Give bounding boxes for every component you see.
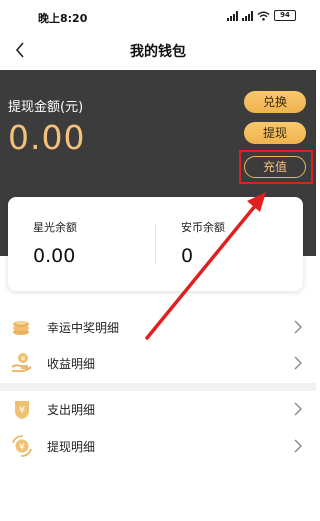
signal-icon [227, 10, 238, 21]
status-icons: 94 [227, 10, 296, 21]
chevron-right-icon [294, 320, 302, 334]
svg-text:¥: ¥ [19, 405, 25, 416]
menu-label-expense: 支出明细 [47, 403, 96, 417]
menu-item-income[interactable]: ¥ 收益明细 [0, 345, 316, 381]
menu-label-income: 收益明细 [47, 357, 96, 371]
menu-label-withdraw-detail: 提现明细 [47, 440, 96, 454]
menu-label-lucky-prize: 幸运中奖明细 [47, 321, 120, 335]
status-time: 晚上8:20 [38, 12, 88, 25]
signal-icon-2 [242, 10, 253, 21]
yen-cycle-icon: ¥ [12, 435, 32, 457]
balance-card: 星光余额 0.00 安币余额 0 [8, 197, 303, 291]
anbi-balance: 安币余额 0 [156, 197, 303, 291]
hand-coin-icon: ¥ [11, 353, 32, 373]
starlight-balance: 星光余额 0.00 [8, 197, 155, 291]
wifi-icon [257, 11, 270, 21]
anbi-balance-label: 安币余额 [181, 221, 225, 234]
withdraw-amount-value: 0.00 [8, 118, 86, 157]
starlight-balance-value: 0.00 [33, 245, 76, 267]
chevron-right-icon [294, 356, 302, 370]
chevron-right-icon [294, 402, 302, 416]
status-bar: 晚上8:20 94 [0, 0, 316, 32]
withdraw-amount-label: 提现金额(元) [8, 100, 84, 115]
anbi-balance-value: 0 [181, 245, 194, 267]
battery-icon: 94 [274, 10, 296, 21]
menu-item-withdraw-detail[interactable]: ¥ 提现明细 [0, 428, 316, 464]
section-divider [0, 383, 316, 391]
exchange-button[interactable]: 兑换 [244, 91, 306, 113]
chevron-right-icon [294, 439, 302, 453]
nav-bar: 我的钱包 [0, 32, 316, 68]
menu-item-expense[interactable]: ¥ 支出明细 [0, 391, 316, 427]
withdraw-button[interactable]: 提现 [244, 122, 306, 144]
svg-text:¥: ¥ [21, 355, 26, 363]
recharge-highlight-box [239, 150, 313, 184]
starlight-balance-label: 星光余额 [33, 221, 77, 234]
page-title: 我的钱包 [130, 44, 186, 60]
menu-item-lucky-prize[interactable]: 幸运中奖明细 [0, 309, 316, 345]
svg-text:¥: ¥ [19, 443, 25, 453]
coins-icon [13, 321, 29, 335]
yen-shield-icon: ¥ [15, 401, 29, 419]
